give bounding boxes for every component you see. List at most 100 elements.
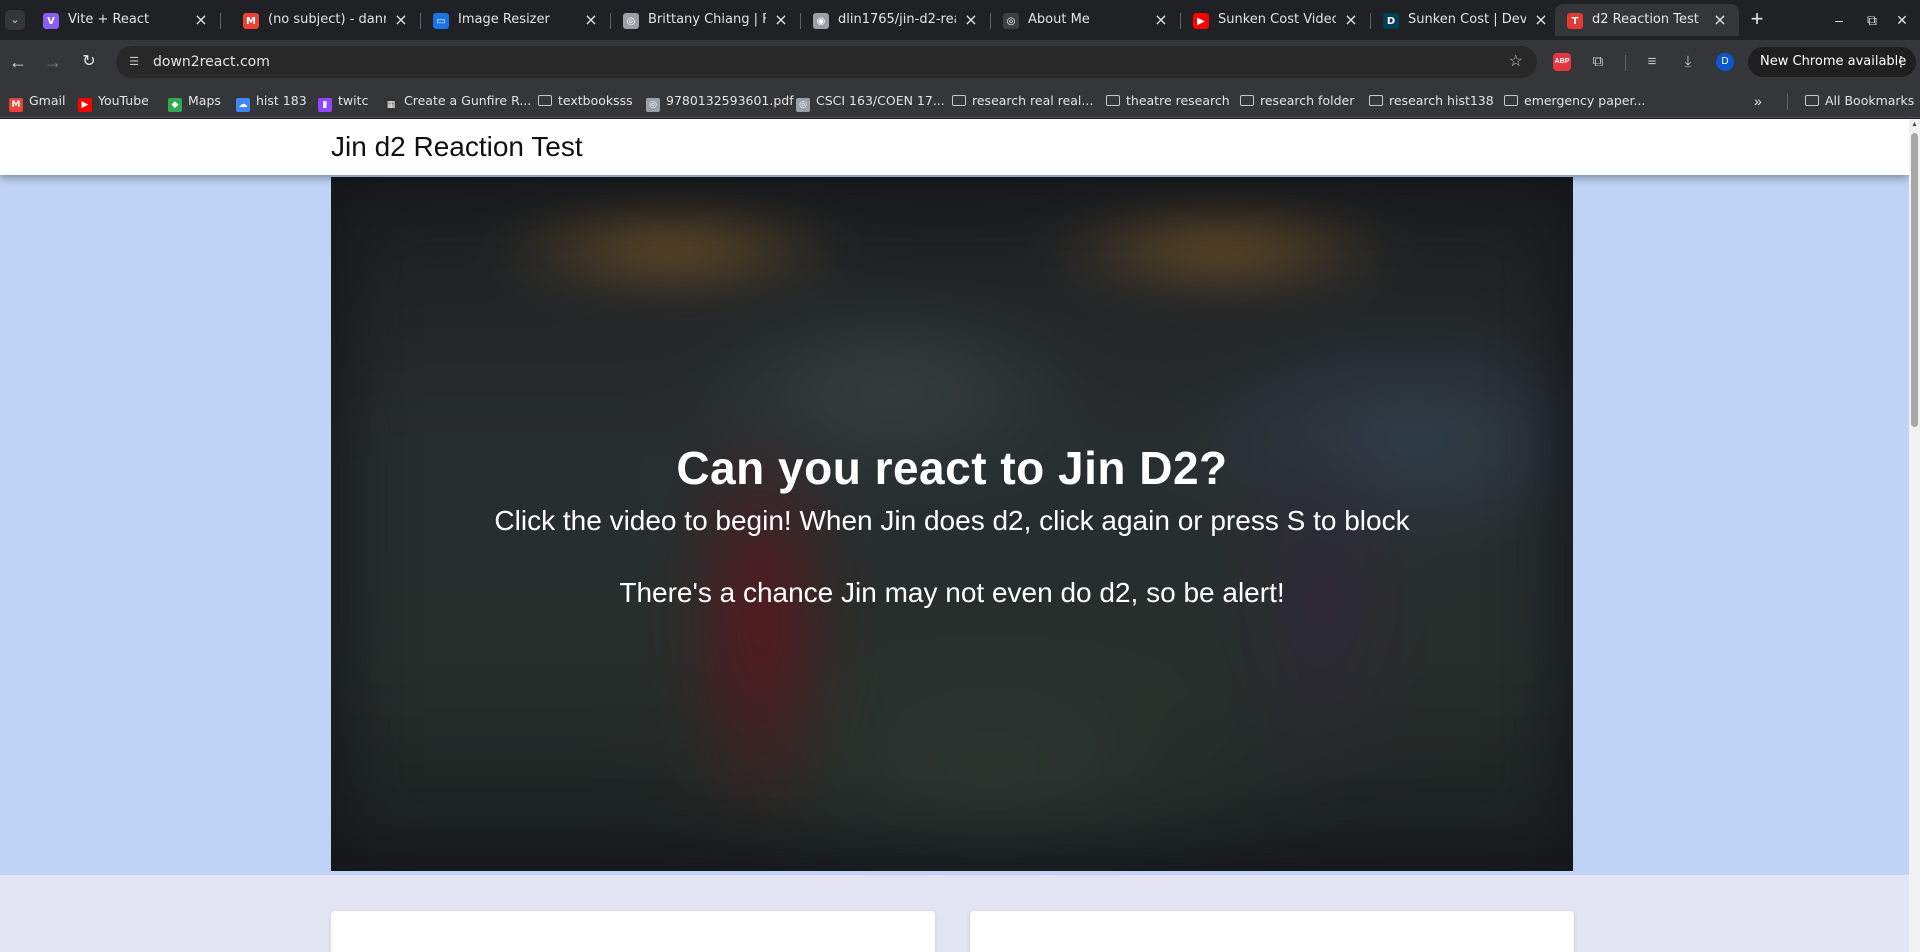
tab-5[interactable]: ◉ dlin1765/jin-d2-reacti × [801, 4, 991, 36]
bookmark-label: Create a Gunfire R... [404, 93, 532, 108]
bookmark-label: Maps [188, 93, 221, 108]
bookmark-item[interactable]: ▦ Create a Gunfire R... [384, 92, 532, 112]
scrollbar-thumb[interactable] [1911, 133, 1918, 427]
bookmark-item[interactable]: research real real... [952, 92, 1093, 110]
bookmark-item[interactable]: textbooksss [538, 92, 633, 110]
media-controls-icon[interactable]: ≡ [1641, 51, 1663, 73]
close-tab-icon[interactable]: × [1152, 11, 1170, 29]
site-info-icon[interactable]: ☰ [126, 54, 142, 70]
youtube-icon: ▶ [78, 98, 92, 112]
hero-section: Can you react to Jin D2? Click the video… [0, 175, 1909, 875]
all-bookmarks-button[interactable]: All Bookmarks [1805, 92, 1914, 110]
more-bookmarks-chevron-icon[interactable]: » [1754, 92, 1762, 110]
video-overlay-text[interactable]: Can you react to Jin D2? Click the video… [331, 177, 1573, 871]
scroll-up-arrow-icon[interactable]: ▲ [1911, 121, 1918, 128]
right-card [970, 911, 1574, 952]
bookmark-item[interactable]: ◎ CSCI 163/COEN 17... [796, 92, 945, 112]
folder-icon [538, 95, 552, 106]
tab-6[interactable]: ◎ About Me × [991, 4, 1181, 36]
update-label: New Chrome available [1760, 54, 1907, 69]
warning-text: There's a chance Jin may not even do d2,… [619, 577, 1285, 608]
bookmark-item[interactable]: ◎ 9780132593601.pdf [646, 92, 794, 112]
vite-icon: V [43, 13, 59, 29]
new-tab-button[interactable]: + [1745, 8, 1769, 32]
close-tab-icon[interactable]: × [962, 11, 980, 29]
reload-button[interactable]: ↻ [77, 50, 101, 74]
cloud-icon: ☁ [236, 98, 250, 112]
tekken-icon: T [1567, 13, 1583, 29]
folder-icon [1240, 95, 1254, 106]
page-viewport: Jin d2 Reaction Test Can you react to Ji… [0, 119, 1909, 952]
headline: Can you react to Jin D2? [676, 442, 1228, 494]
bookmark-item[interactable]: ◆ Maps [168, 92, 221, 112]
extensions-icon[interactable]: ⧉ [1587, 51, 1609, 73]
globe-icon: ◎ [1003, 13, 1019, 29]
tab-title: dlin1765/jin-d2-reacti [838, 12, 956, 27]
site-title: Jin d2 Reaction Test [331, 131, 583, 162]
tab-search-button[interactable]: ⌄ [5, 10, 25, 30]
tab-4[interactable]: ◎ Brittany Chiang | Front × [611, 4, 801, 36]
page-scrollbar[interactable]: ▲ [1909, 119, 1920, 952]
toolbar-divider [1625, 55, 1626, 71]
tab-title: Image Resizer [458, 12, 550, 27]
adblock-extension-icon[interactable]: ABP [1553, 53, 1571, 71]
folder-icon [952, 95, 966, 106]
restore-button[interactable]: ⧉ [1858, 8, 1886, 32]
close-tab-icon[interactable]: × [392, 11, 410, 29]
tab-1[interactable]: V Vite + React × [31, 4, 221, 36]
bookmark-item[interactable]: research folder [1240, 92, 1354, 110]
bookmark-item[interactable]: research hist138 [1369, 92, 1494, 110]
close-tab-icon[interactable]: × [192, 11, 210, 29]
bookmark-star-icon[interactable]: ☆ [1509, 52, 1523, 72]
tab-3[interactable]: ▭ Image Resizer × [421, 4, 611, 36]
close-tab-icon[interactable]: × [1711, 11, 1729, 29]
bookmark-label: 9780132593601.pdf [666, 93, 794, 108]
downloads-icon[interactable]: ⤓ [1677, 51, 1699, 73]
youtube-icon: ▶ [1193, 13, 1209, 29]
left-card [331, 911, 935, 952]
address-bar[interactable]: ☰ down2react.com ☆ [116, 46, 1537, 78]
tab-title: (no subject) - dannyli [268, 12, 386, 27]
tab-2[interactable]: M (no subject) - dannyli × [231, 4, 421, 36]
bookmark-label: emergency paper... [1524, 93, 1646, 108]
globe-icon: ◎ [623, 13, 639, 29]
bookmark-item[interactable]: ☁ hist 183 [236, 92, 307, 112]
minimize-button[interactable]: – [1825, 8, 1853, 32]
bookmark-label: YouTube [98, 93, 149, 108]
devpost-icon: D [1383, 13, 1399, 29]
close-tab-icon[interactable]: × [1532, 11, 1550, 29]
tab-7[interactable]: ▶ Sunken Cost Video De × [1181, 4, 1371, 36]
twitch-icon: ▮ [318, 98, 332, 112]
bookmark-item[interactable]: emergency paper... [1504, 92, 1645, 110]
bookmark-item[interactable]: ▮ twitc [318, 92, 369, 112]
tab-title: Brittany Chiang | Front [648, 12, 766, 27]
profile-avatar[interactable]: D [1716, 53, 1734, 71]
back-button[interactable]: ← [6, 50, 30, 74]
forward-button[interactable]: → [41, 50, 65, 74]
bookmark-label: twitc [338, 93, 369, 108]
bookmark-item[interactable]: theatre research [1106, 92, 1230, 110]
maps-icon: ◆ [168, 98, 182, 112]
menu-dots-icon[interactable]: ⋮ [1894, 47, 1908, 77]
reaction-video[interactable]: Can you react to Jin D2? Click the video… [331, 177, 1573, 871]
bookmark-label: Gmail [29, 93, 66, 108]
close-tab-icon[interactable]: × [582, 11, 600, 29]
close-tab-icon[interactable]: × [1342, 11, 1360, 29]
tab-9[interactable]: Td2 Reaction Test × [1555, 4, 1739, 36]
tab-8[interactable]: D Sunken Cost | Devpost × [1371, 4, 1561, 36]
close-window-button[interactable]: ✕ [1888, 8, 1916, 32]
bookmark-item[interactable]: ▶ YouTube [78, 92, 149, 112]
tab-title: About Me [1028, 12, 1090, 27]
bookmark-label: research real real... [972, 93, 1094, 108]
bookmark-item[interactable]: M Gmail [9, 92, 66, 112]
browser-toolbar: ← → ↻ ☰ down2react.com ☆ ABP ⧉ ≡ ⤓ D New… [0, 40, 1920, 84]
tab-title: d2 Reaction Test [1592, 12, 1699, 27]
chrome-update-button[interactable]: New Chrome available ⋮ [1748, 47, 1916, 77]
bookmark-label: research hist138 [1389, 93, 1494, 108]
folder-icon [1504, 95, 1518, 106]
url-text: down2react.com [153, 54, 270, 70]
folder-icon [1805, 95, 1819, 106]
bookmark-label: hist 183 [256, 93, 307, 108]
close-tab-icon[interactable]: × [772, 11, 790, 29]
all-bookmarks-label: All Bookmarks [1825, 93, 1915, 108]
